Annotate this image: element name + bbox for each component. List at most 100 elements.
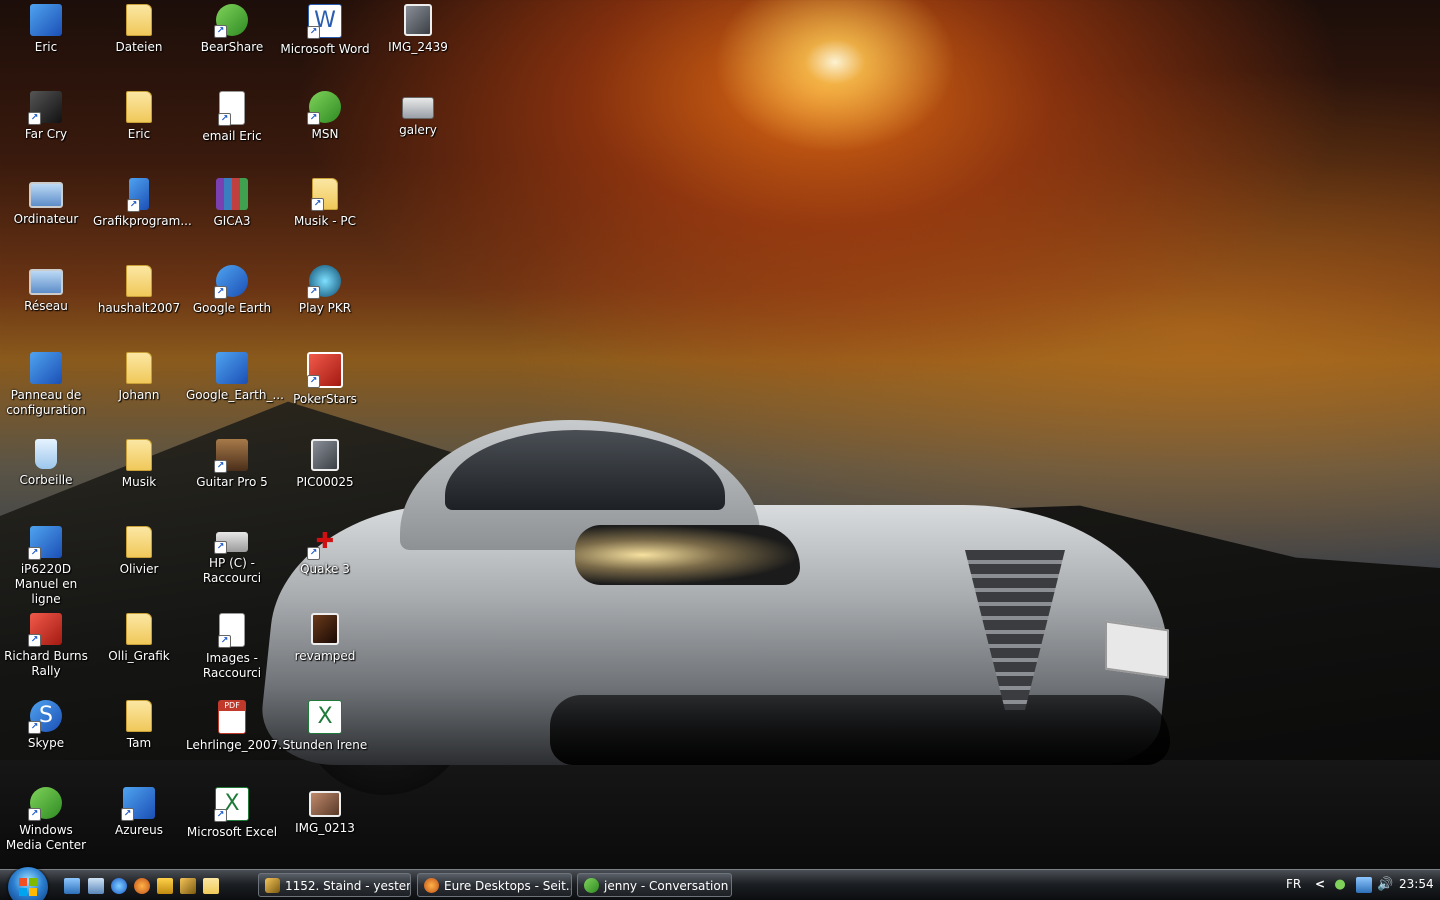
desktop-icon-galery[interactable]: galery [372, 89, 464, 138]
icon-label: Azureus [114, 823, 164, 837]
desktop-icon-images[interactable]: ↗ Images - Raccourci [186, 611, 278, 681]
desktop-icon-hp-c[interactable]: ↗ HP (C) - Raccourci [186, 524, 278, 586]
icon-label: Richard Burns Rally [4, 649, 88, 678]
icon-label: Skype [27, 736, 65, 750]
start-button[interactable] [8, 867, 48, 900]
icon-label: Guitar Pro 5 [196, 475, 268, 489]
volume-icon[interactable]: 🔊 [1377, 877, 1393, 893]
images-icon: ↗ [218, 613, 245, 648]
program-icon: ↗ [127, 178, 149, 212]
desktop-icon-ip6220d[interactable]: ↗ iP6220D Manuel en ligne [0, 524, 92, 607]
folder-icon [126, 265, 152, 297]
desktop-icon-grafikprogram[interactable]: ↗ Grafikprogram... [93, 176, 192, 229]
winrar-icon [216, 178, 248, 210]
icon-label: PIC00025 [296, 475, 354, 489]
folder-icon [126, 352, 152, 384]
task-label: jenny - Conversation [604, 879, 729, 893]
language-indicator[interactable]: FR [1286, 870, 1301, 899]
taskbar-button-msn-conversation[interactable]: jenny - Conversation [577, 873, 732, 897]
icon-label: Stunden Irene [282, 738, 368, 752]
desktop-icon-ordinateur[interactable]: Ordinateur [0, 176, 92, 227]
pokerstars-icon: ↗ [307, 352, 343, 388]
show-desktop-icon[interactable] [64, 878, 80, 894]
desktop-icon-stunden-irene[interactable]: X Stunden Irene [279, 698, 371, 753]
desktop-icon-richard-burns[interactable]: ↗ Richard Burns Rally [0, 611, 92, 679]
desktop-icon-play-pkr[interactable]: ↗ Play PKR [279, 263, 371, 316]
photo-icon [311, 613, 339, 645]
desktop-icon-olli-grafik[interactable]: Olli_Grafik [93, 611, 185, 664]
desktop-icon-google-earth-file[interactable]: Google_Earth_... [186, 350, 284, 403]
desktop-icon-google-earth[interactable]: ↗ Google Earth [186, 263, 278, 316]
icon-label: Corbeille [19, 473, 73, 487]
winamp-icon [265, 878, 280, 893]
desktop-icon-bearshare[interactable]: ↗ BearShare [186, 2, 278, 55]
desktop-icon-corbeille[interactable]: Corbeille [0, 437, 92, 488]
desktop-icon-img2439[interactable]: IMG_2439 [372, 2, 464, 55]
desktop-icon-excel[interactable]: X ↗ Microsoft Excel [186, 785, 278, 840]
desktop-icon-far-cry[interactable]: ↗ Far Cry [0, 89, 92, 142]
icon-label: Play PKR [298, 301, 352, 315]
folder-icon [126, 4, 152, 36]
network-tray-icon[interactable] [1356, 877, 1372, 893]
desktop-icon-tam[interactable]: Tam [93, 698, 185, 751]
taskbar-button-winamp[interactable]: 1152. Staind - yester... [258, 873, 411, 897]
icon-label: Eric [34, 40, 58, 54]
icon-label: Far Cry [24, 127, 68, 141]
desktop-icon-email-eric[interactable]: ↗ email Eric [186, 89, 278, 144]
desktop-icon-panneau[interactable]: Panneau de configuration [0, 350, 92, 418]
skype-icon: S ↗ [28, 700, 62, 734]
icon-label: Eric [127, 127, 151, 141]
desktop-icon-pic00025[interactable]: PIC00025 [279, 437, 371, 490]
desktop-icon-gica3[interactable]: GICA3 [186, 176, 278, 229]
folder-icon[interactable] [203, 878, 219, 894]
desktop-icon-azureus[interactable]: ↗ Azureus [93, 785, 185, 838]
icon-label: Musik [121, 475, 157, 489]
icon-label: Google Earth [192, 301, 272, 315]
media-player-icon[interactable] [157, 878, 173, 894]
drive-icon: ↗ [214, 532, 248, 554]
msn-tray-icon[interactable]: ● [1332, 877, 1348, 893]
internet-explorer-icon[interactable] [111, 878, 127, 894]
desktop-icon-eric-folder[interactable]: Eric [93, 89, 185, 142]
azureus-icon: ↗ [121, 787, 155, 821]
desktop-icon-word[interactable]: W ↗ Microsoft Word [279, 2, 371, 57]
show-hidden-icons-chevron[interactable]: < [1315, 870, 1325, 899]
desktop-icon-guitar-pro[interactable]: ↗ Guitar Pro 5 [186, 437, 278, 490]
desktop-icon-pokerstars[interactable]: ↗ PokerStars [279, 350, 371, 407]
guitar-pro-icon: ↗ [214, 439, 248, 473]
desktop-icon-eric-user[interactable]: Eric [0, 2, 92, 55]
desktop-icon-img0213[interactable]: IMG_0213 [279, 785, 371, 836]
desktop-icon-musik[interactable]: Musik [93, 437, 185, 490]
icon-label: Windows Media Center [5, 823, 87, 852]
desktop-icon-reseau[interactable]: Réseau [0, 263, 92, 314]
desktop-icon-dateien[interactable]: Dateien [93, 2, 185, 55]
icon-label: Lehrlinge_2007... [186, 738, 290, 752]
computer-icon [29, 182, 63, 208]
desktop-icon-lehrlinge[interactable]: PDF Lehrlinge_2007... [186, 698, 290, 753]
desktop-icon-skype[interactable]: S ↗ Skype [0, 698, 92, 751]
gallery-icon [402, 97, 434, 119]
icon-label: Dateien [115, 40, 163, 54]
icon-label: GICA3 [213, 214, 251, 228]
firefox-icon[interactable] [134, 878, 150, 894]
desktop-icon-msn[interactable]: ↗ MSN [279, 89, 371, 142]
icon-label: Olli_Grafik [108, 649, 170, 663]
desktop-icon-media-center[interactable]: ↗ Windows Media Center [0, 785, 92, 853]
winamp-icon[interactable] [180, 878, 196, 894]
desktop[interactable]: Eric ↗ Far Cry Ordinateur Réseau Panneau… [0, 0, 1440, 870]
clock[interactable]: 23:54 [1399, 870, 1434, 899]
desktop-icon-quake3[interactable]: ✚ ↗ Quake 3 [279, 524, 371, 577]
taskbar-button-firefox[interactable]: Eure Desktops - Seit... [417, 873, 572, 897]
desktop-icon-olivier[interactable]: Olivier [93, 524, 185, 577]
media-center-icon: ↗ [28, 787, 62, 821]
desktop-icon-johann[interactable]: Johann [93, 350, 185, 403]
recycle-bin-icon [35, 439, 57, 469]
desktop-icon-musik-pc[interactable]: ↗ Musik - PC [279, 176, 371, 229]
desktop-icon-haushalt2007[interactable]: haushalt2007 [93, 263, 185, 316]
icon-label: Grafikprogram... [93, 214, 192, 228]
task-label: Eure Desktops - Seit... [444, 879, 572, 893]
switch-windows-icon[interactable] [88, 878, 104, 894]
msn-icon [584, 878, 599, 893]
desktop-icon-revamped[interactable]: revamped [279, 611, 371, 664]
game-icon: ↗ [28, 613, 62, 647]
